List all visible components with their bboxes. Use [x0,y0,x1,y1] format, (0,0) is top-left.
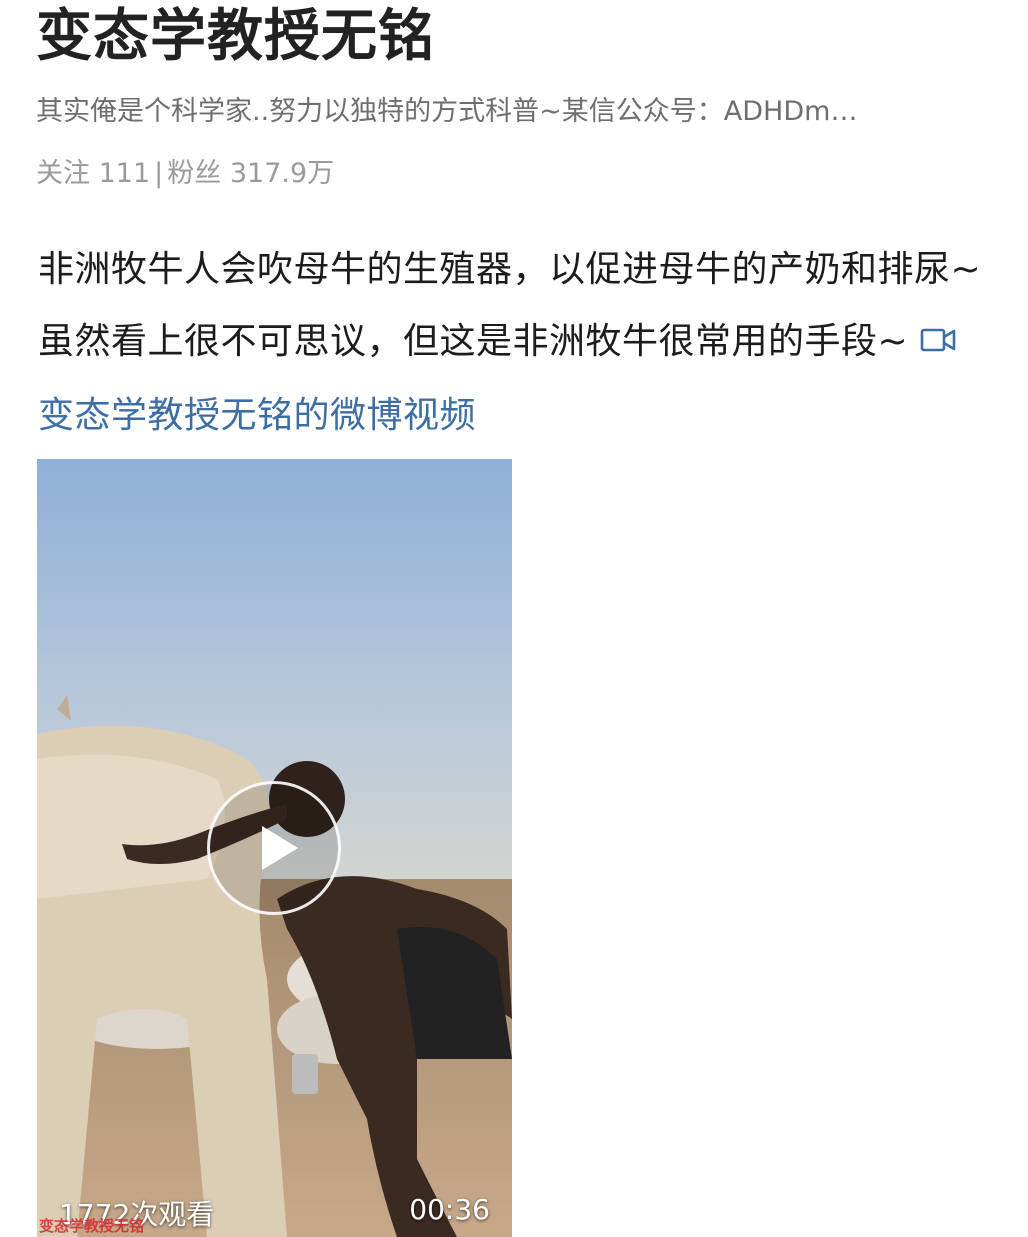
video-link-label: 变态学教授无铭的微博视频 [38,395,477,436]
play-button[interactable] [207,781,341,915]
profile-stats: 关注 111 | 粉丝 317.9万 [36,154,334,194]
stats-separator: | [154,158,164,189]
video-duration: 00:36 [409,1193,490,1226]
post-body: 非洲牧牛人会吹母牛的生殖器，以促进母牛的产奶和排尿~虽然看上很不可思议，但这是非… [38,234,988,452]
play-icon [262,826,298,870]
follow-stat[interactable]: 关注 111 [36,158,150,189]
video-camera-icon [920,308,958,380]
video-watermark: 变态学教授无铭 [39,1217,145,1235]
fans-stat[interactable]: 粉丝 317.9万 [167,158,334,189]
post-text: 非洲牧牛人会吹母牛的生殖器，以促进母牛的产奶和排尿~虽然看上很不可思议，但这是非… [38,249,982,362]
follow-label: 关注 [36,158,90,189]
follow-count: 111 [98,158,151,189]
fans-count: 317.9万 [229,158,335,189]
fans-label: 粉丝 [167,158,222,189]
video-player[interactable]: 1772次观看 00:36 变态学教授无铭 [37,459,512,1237]
profile-name[interactable]: 变态学教授无铭 [36,2,435,72]
profile-bio: 其实俺是个科学家..努力以独特的方式科普~某信公众号：ADHDm… [36,96,858,127]
